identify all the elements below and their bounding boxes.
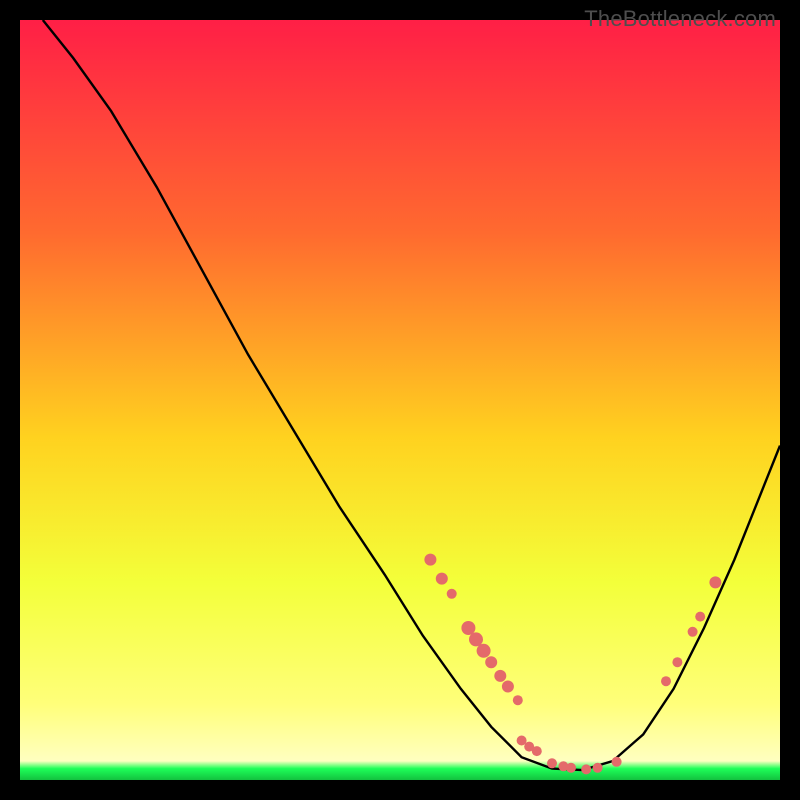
chart-plot: [20, 20, 780, 780]
data-marker: [661, 676, 671, 686]
data-marker: [688, 627, 698, 637]
data-marker: [469, 632, 483, 646]
data-marker: [593, 763, 603, 773]
data-marker: [695, 612, 705, 622]
data-marker: [547, 758, 557, 768]
data-marker: [477, 644, 491, 658]
data-marker: [709, 576, 721, 588]
data-marker: [461, 621, 475, 635]
data-marker: [502, 681, 514, 693]
data-marker: [612, 757, 622, 767]
data-marker: [424, 554, 436, 566]
data-marker: [436, 573, 448, 585]
data-marker: [532, 746, 542, 756]
data-marker: [581, 764, 591, 774]
data-marker: [494, 670, 506, 682]
data-marker: [447, 589, 457, 599]
data-marker: [485, 656, 497, 668]
chart-svg: [20, 20, 780, 780]
chart-background: [20, 20, 780, 780]
data-marker: [672, 657, 682, 667]
watermark-text: TheBottleneck.com: [584, 6, 776, 32]
data-marker: [513, 695, 523, 705]
data-marker: [566, 763, 576, 773]
